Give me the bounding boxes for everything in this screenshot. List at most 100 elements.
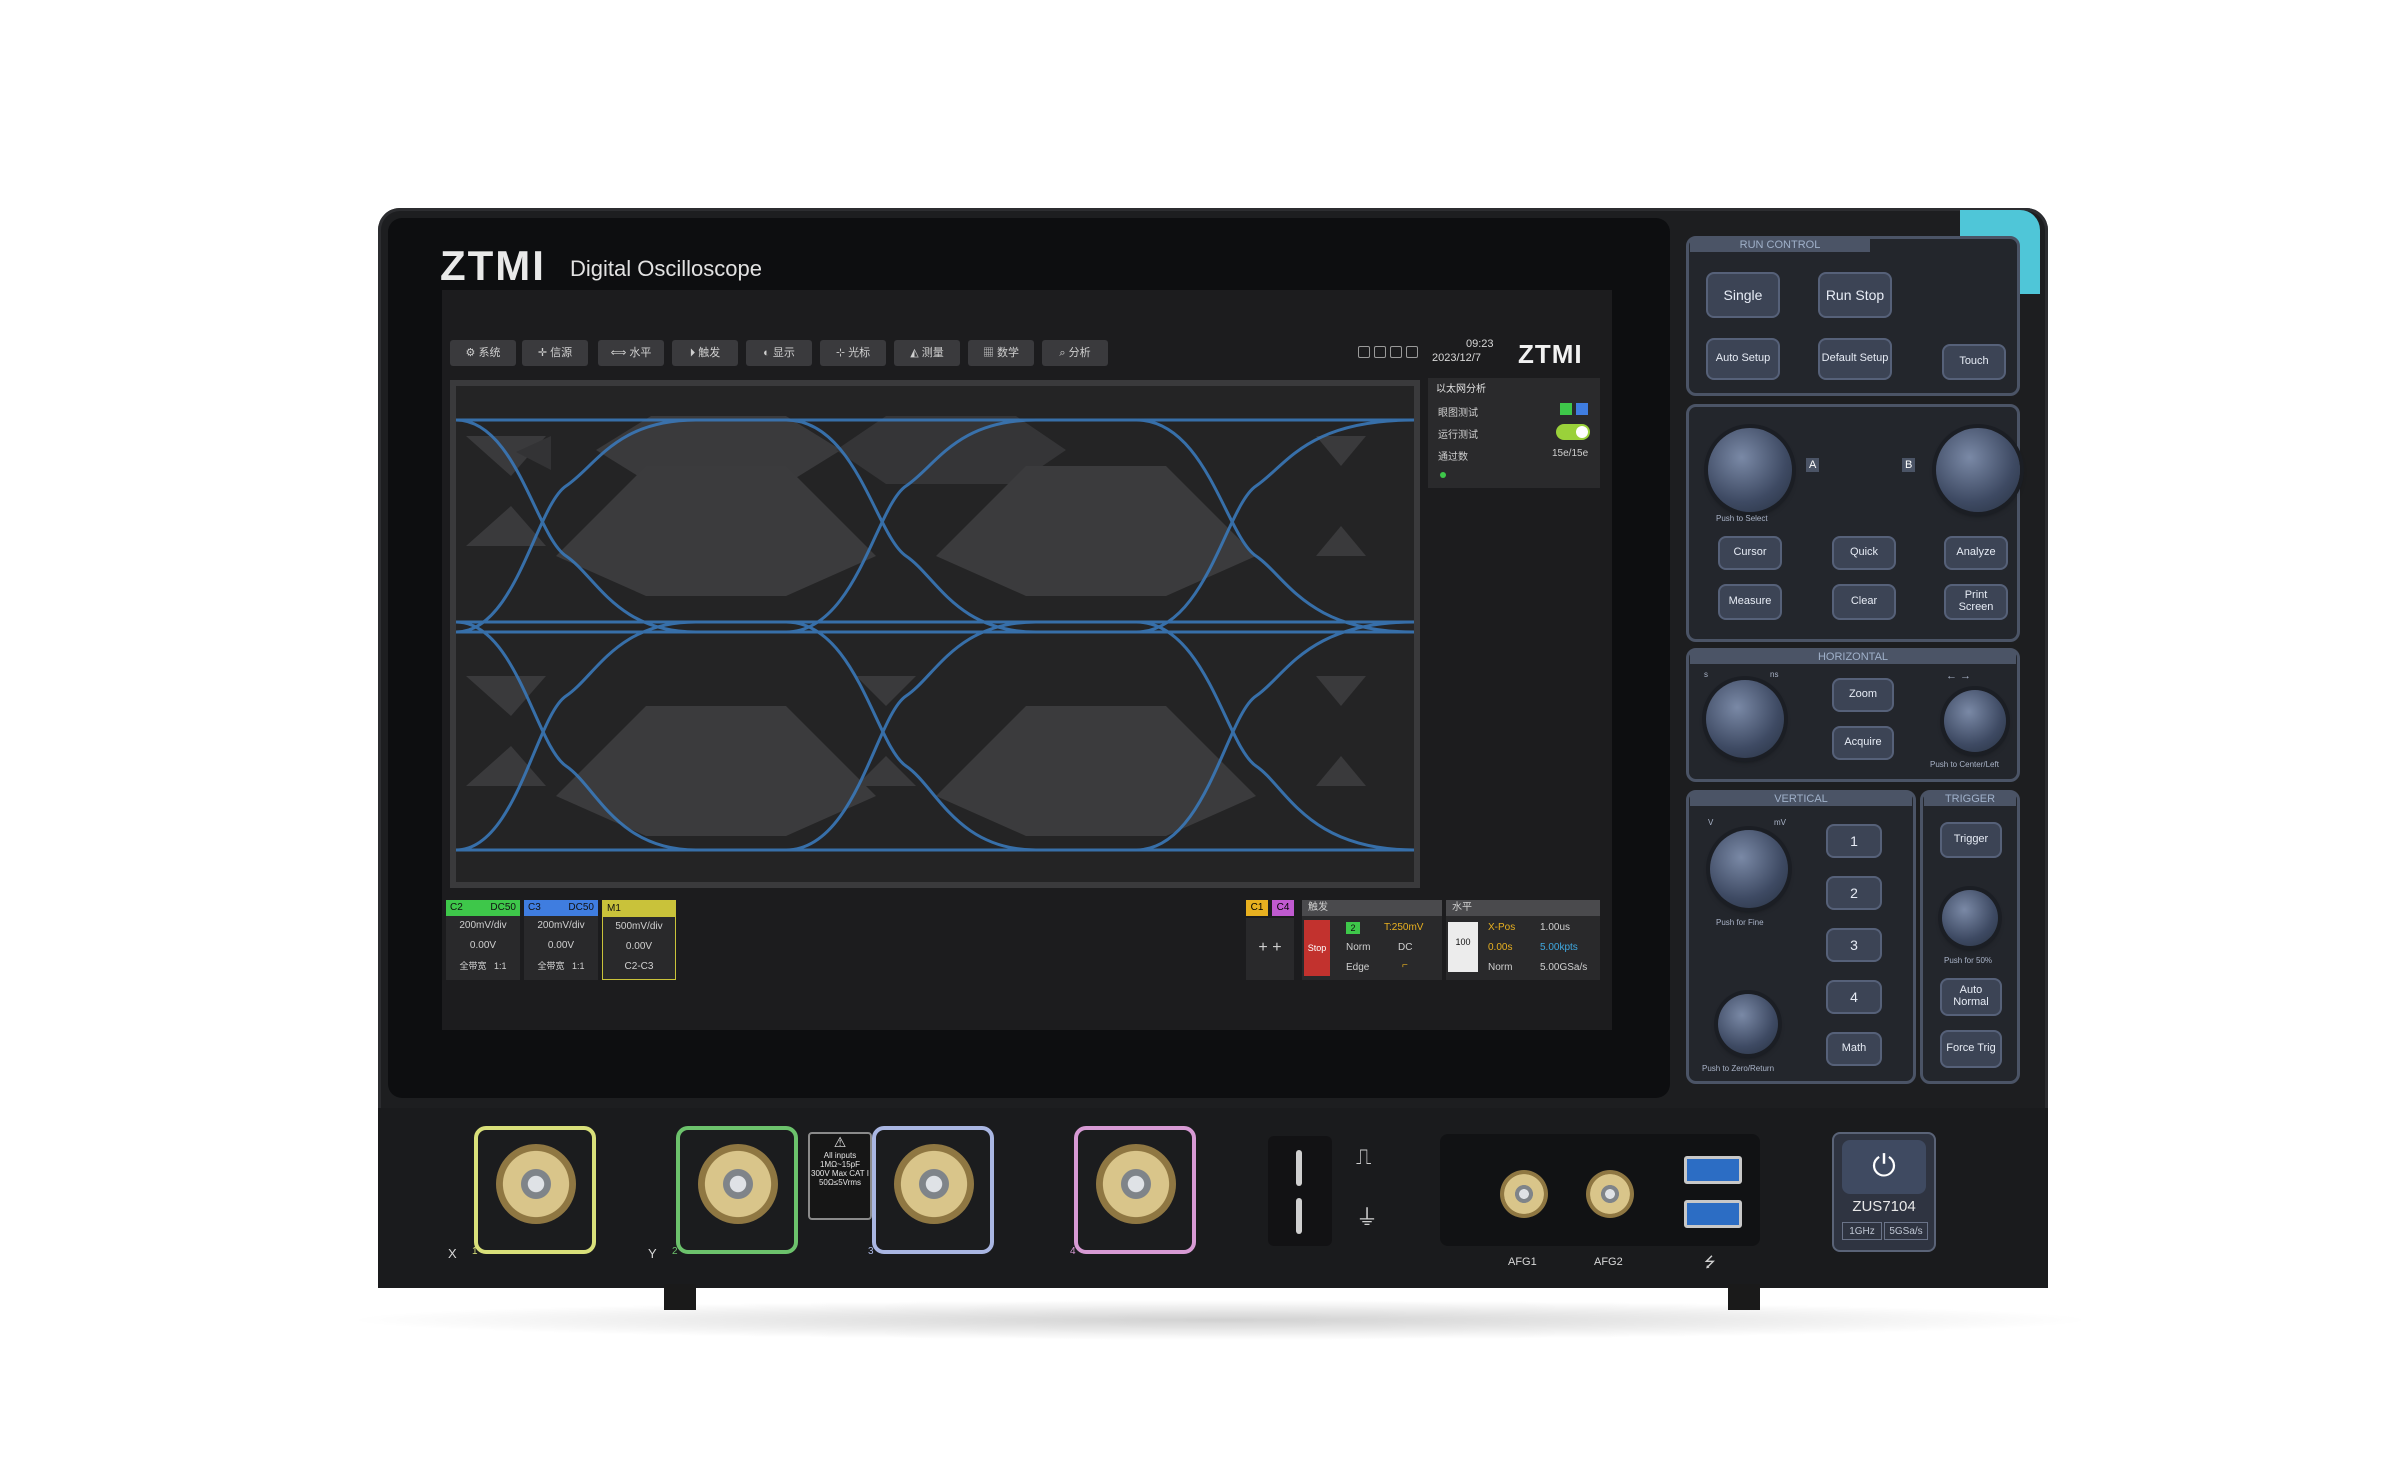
eye-diagram <box>455 416 1415 852</box>
vertical-scale-knob[interactable] <box>1710 830 1788 908</box>
afg1-connector[interactable] <box>1500 1170 1548 1218</box>
trigger-type: Edge <box>1346 962 1370 973</box>
usb-status-icon <box>1358 346 1370 358</box>
usb-port-2[interactable] <box>1684 1200 1742 1228</box>
channel-c2-name: C2 <box>450 902 463 913</box>
trigger-mode: Norm <box>1346 942 1371 953</box>
auto-setup-button[interactable]: Auto Setup <box>1706 338 1780 380</box>
trigger-info-block[interactable]: 触发 Stop 2 T:250mV Norm DC Edge ⌐ <box>1302 900 1442 980</box>
channel-c3-scale: 200mV/div <box>537 920 585 931</box>
tab-c1[interactable]: C1 <box>1246 900 1268 916</box>
default-setup-button[interactable]: Default Setup <box>1818 338 1892 380</box>
push-select-label: Push to Select <box>1716 514 1768 523</box>
clock-time: 09:23 <box>1466 338 1494 350</box>
screen-logo: ZTMI <box>1518 339 1583 369</box>
horizontal-xpos-value: 1.00us <box>1540 922 1571 933</box>
horizontal-position-knob[interactable] <box>1944 690 2006 752</box>
menu-display[interactable]: ◐ 显示 <box>746 340 812 366</box>
horizontal-s-label: s <box>1704 670 1708 679</box>
channel-c3-ratio: 1:1 <box>572 961 585 971</box>
knob-b[interactable] <box>1936 428 2020 512</box>
touch-button[interactable]: Touch <box>1942 344 2006 380</box>
status-dot <box>1440 472 1446 478</box>
math-button[interactable]: Math <box>1826 1032 1882 1066</box>
math-m1-offset: 0.00V <box>625 941 653 952</box>
input-2-axis-label: Y <box>648 1246 657 1261</box>
brand-subtitle: Digital Oscilloscope <box>570 256 762 281</box>
quick-button[interactable]: Quick <box>1832 536 1896 570</box>
channel-c2-coupling: DC50 <box>490 902 516 913</box>
menu-measure[interactable]: ◭ 测量 <box>894 340 960 366</box>
vertical-position-knob[interactable] <box>1718 994 1778 1054</box>
run-stop-button[interactable]: Run Stop <box>1818 272 1892 318</box>
trigger-level-knob[interactable] <box>1942 890 1998 946</box>
measure-button[interactable]: Measure <box>1718 584 1782 620</box>
left-foot <box>664 1284 696 1310</box>
zoom-button[interactable]: Zoom <box>1832 678 1894 712</box>
run-test-toggle[interactable] <box>1556 424 1590 440</box>
channel-2-button[interactable]: 2 <box>1826 876 1882 910</box>
horizontal-info-title: 水平 <box>1446 900 1600 916</box>
trigger-info-title: 触发 <box>1302 900 1442 916</box>
knob-a[interactable] <box>1708 428 1792 512</box>
add-channel-buttons[interactable]: + + <box>1246 918 1294 980</box>
auto-normal-button[interactable]: Auto Normal <box>1940 978 2002 1016</box>
math-m1-block[interactable]: M1 500mV/div 0.00V C2-C3 <box>602 900 676 980</box>
input-2-frame <box>676 1126 798 1254</box>
input-1-axis-label: X <box>448 1246 457 1261</box>
cursor-button[interactable]: Cursor <box>1718 536 1782 570</box>
storage-status-icon <box>1374 346 1386 358</box>
eye-test-ch-a[interactable] <box>1560 403 1572 415</box>
channel-c2-block[interactable]: C2 DC50 200mV/div 0.00V 全带宽 1:1 <box>446 900 520 980</box>
print-screen-button[interactable]: Print Screen <box>1944 584 2008 620</box>
probe-comp-terminals[interactable] <box>1268 1136 1332 1246</box>
network-status-icon <box>1390 346 1402 358</box>
trigger-button[interactable]: Trigger <box>1940 822 2002 858</box>
input-3-frame <box>872 1126 994 1254</box>
vertical-mv-label: mV <box>1774 818 1786 827</box>
menu-system[interactable]: ⚙ 系统 <box>450 340 516 366</box>
acquire-button[interactable]: Acquire <box>1832 726 1894 760</box>
menu-cursor[interactable]: ⊹ 光标 <box>820 340 886 366</box>
front-connector-strip <box>378 1108 2048 1288</box>
trigger-panel-title: TRIGGER <box>1924 792 2016 806</box>
input-4-connector[interactable] <box>1096 1144 1176 1224</box>
horizontal-info-block[interactable]: 水平 100 X-Pos 1.00us 0.00s 5.00kpts Norm … <box>1446 900 1600 980</box>
push-center-label: Push to Center/Left <box>1930 760 1999 769</box>
channel-4-button[interactable]: 4 <box>1826 980 1882 1014</box>
analyze-button[interactable]: Analyze <box>1944 536 2008 570</box>
tab-c4[interactable]: C4 <box>1272 900 1294 916</box>
knob-a-label: A <box>1806 458 1820 472</box>
single-button[interactable]: Single <box>1706 272 1780 318</box>
input-3-connector[interactable] <box>894 1144 974 1224</box>
clear-button[interactable]: Clear <box>1832 584 1896 620</box>
menu-source[interactable]: ✛ 信源 <box>522 340 588 366</box>
channel-1-button[interactable]: 1 <box>1826 824 1882 858</box>
waveform-area[interactable] <box>450 380 1420 888</box>
horizontal-points: 5.00kpts <box>1540 942 1578 953</box>
input-warning-label: ⚠ All inputs 1MΩ~15pF 300V Max CAT I 50Ω… <box>808 1132 872 1220</box>
math-m1-expr: C2-C3 <box>624 961 654 972</box>
channel-c3-block[interactable]: C3 DC50 200mV/div 0.00V 全带宽 1:1 <box>524 900 598 980</box>
power-button[interactable]: ⏻ <box>1842 1140 1926 1194</box>
menu-horizontal[interactable]: ⟺ 水平 <box>598 340 664 366</box>
menu-analysis[interactable]: ⌕ 分析 <box>1042 340 1108 366</box>
channel-c3-bw: 全带宽 <box>537 961 565 971</box>
channel-3-button[interactable]: 3 <box>1826 928 1882 962</box>
input-2-connector[interactable] <box>698 1144 778 1224</box>
warning-triangle-icon: ⚠ <box>833 1134 847 1150</box>
horizontal-scale-knob[interactable] <box>1706 680 1784 758</box>
menu-math[interactable]: ▦ 数学 <box>968 340 1034 366</box>
run-control-title: RUN CONTROL <box>1690 238 1870 252</box>
trigger-edge-icon: ⌐ <box>1402 960 1408 971</box>
input-4-number: 4 <box>1070 1246 1076 1257</box>
eye-test-ch-b[interactable] <box>1576 403 1588 415</box>
channel-c3-offset: 0.00V <box>547 940 575 951</box>
input-1-number: 1 <box>472 1246 478 1257</box>
usb-port-1[interactable] <box>1684 1156 1742 1184</box>
right-foot <box>1728 1284 1760 1310</box>
force-trig-button[interactable]: Force Trig <box>1940 1030 2002 1068</box>
afg2-connector[interactable] <box>1586 1170 1634 1218</box>
input-1-connector[interactable] <box>496 1144 576 1224</box>
menu-trigger[interactable]: ⏵ 触发 <box>672 340 738 366</box>
